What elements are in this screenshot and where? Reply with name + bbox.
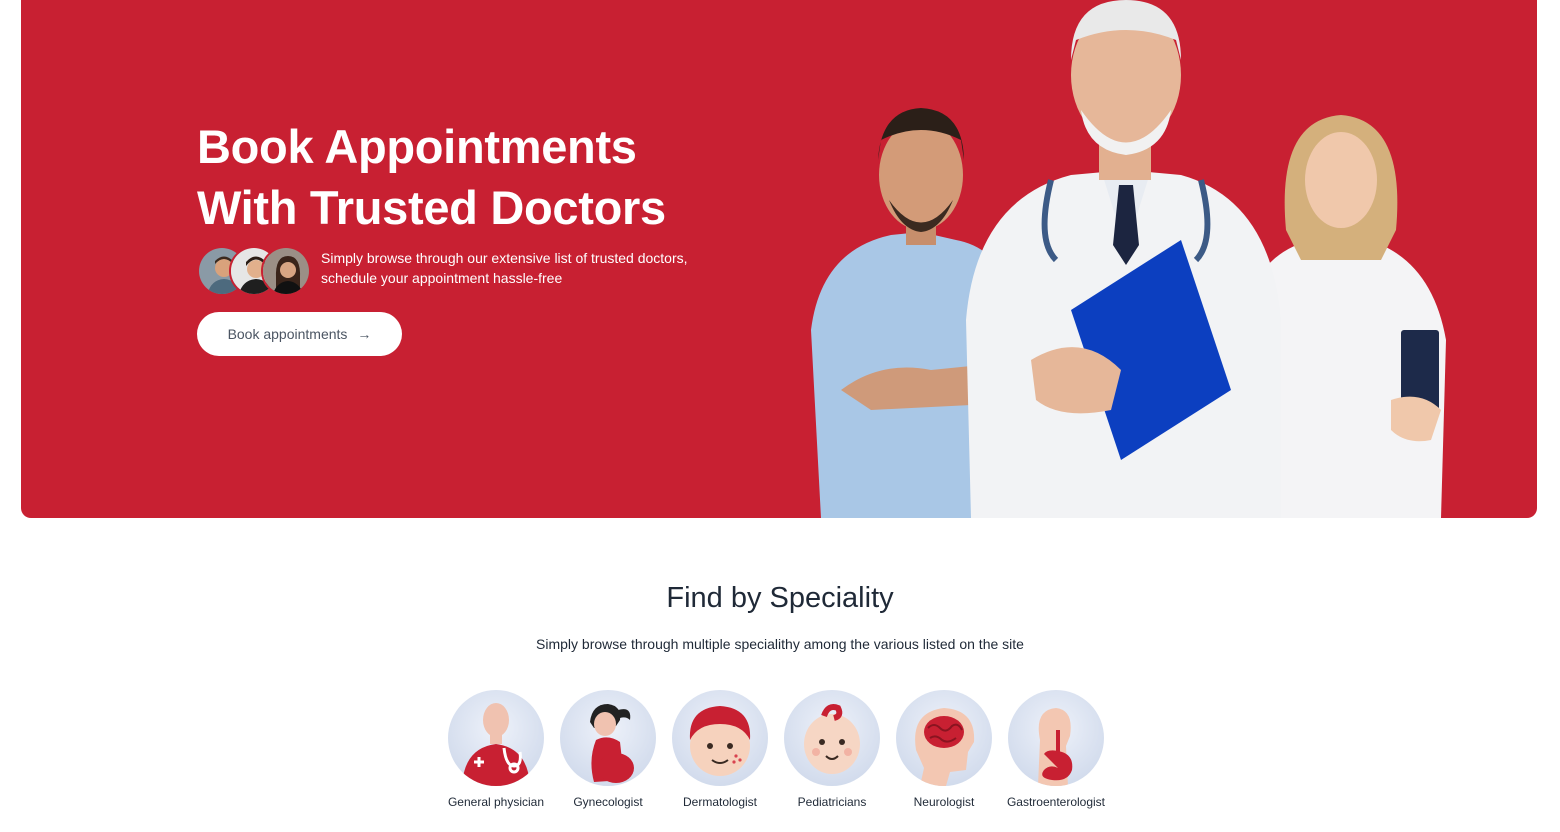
speciality-label: Gastroenterologist	[1006, 795, 1106, 809]
doctors-illustration	[811, 0, 1446, 518]
avatar	[261, 246, 311, 296]
speciality-item-dermatologist[interactable]: Dermatologist	[660, 690, 780, 809]
speciality-label: General physician	[447, 795, 545, 809]
speciality-list: General physician Gynecologist Dermatolo…	[0, 690, 1560, 820]
speciality-label: Dermatologist	[682, 795, 758, 809]
speciality-item-general-physician[interactable]: General physician	[436, 690, 556, 809]
pediatrician-icon	[784, 690, 880, 786]
speciality-item-pediatricians[interactable]: Pediatricians	[772, 690, 892, 809]
gynecologist-icon	[560, 690, 656, 786]
speciality-label: Neurologist	[913, 795, 975, 809]
general-physician-icon	[448, 690, 544, 786]
dermatologist-icon	[672, 690, 768, 786]
book-appointments-label: Book appointments	[227, 326, 348, 342]
doctor-center	[966, 0, 1281, 518]
speciality-subtitle: Simply browse through multiple specialit…	[536, 636, 1024, 652]
hero-subtitle-line2: schedule your appointment hassle-free	[321, 270, 563, 286]
hero-title-line1: Book Appointments	[197, 120, 637, 173]
speciality-title: Find by Speciality	[666, 582, 894, 614]
doctor-avatars	[197, 246, 313, 296]
speciality-item-neurologist[interactable]: Neurologist	[884, 690, 1004, 809]
book-appointments-button[interactable]: Book appointments →	[197, 312, 402, 356]
speciality-item-gynecologist[interactable]: Gynecologist	[548, 690, 668, 809]
hero-subtitle-line1: Simply browse through our extensive list…	[321, 250, 688, 266]
hero-title-line2: With Trusted Doctors	[197, 181, 666, 234]
hero-banner: Book Appointments With Trusted Doctors S…	[21, 0, 1537, 518]
speciality-item-gastroenterologist[interactable]: Gastroenterologist	[996, 690, 1116, 809]
hero-title: Book Appointments With Trusted Doctors	[197, 116, 757, 238]
arrow-right-icon: →	[357, 326, 372, 342]
gastroenterologist-icon	[1008, 690, 1104, 786]
hero-subtitle: Simply browse through our extensive list…	[321, 248, 721, 288]
speciality-label: Gynecologist	[573, 795, 643, 809]
speciality-label: Pediatricians	[797, 795, 867, 809]
neurologist-icon	[896, 690, 992, 786]
